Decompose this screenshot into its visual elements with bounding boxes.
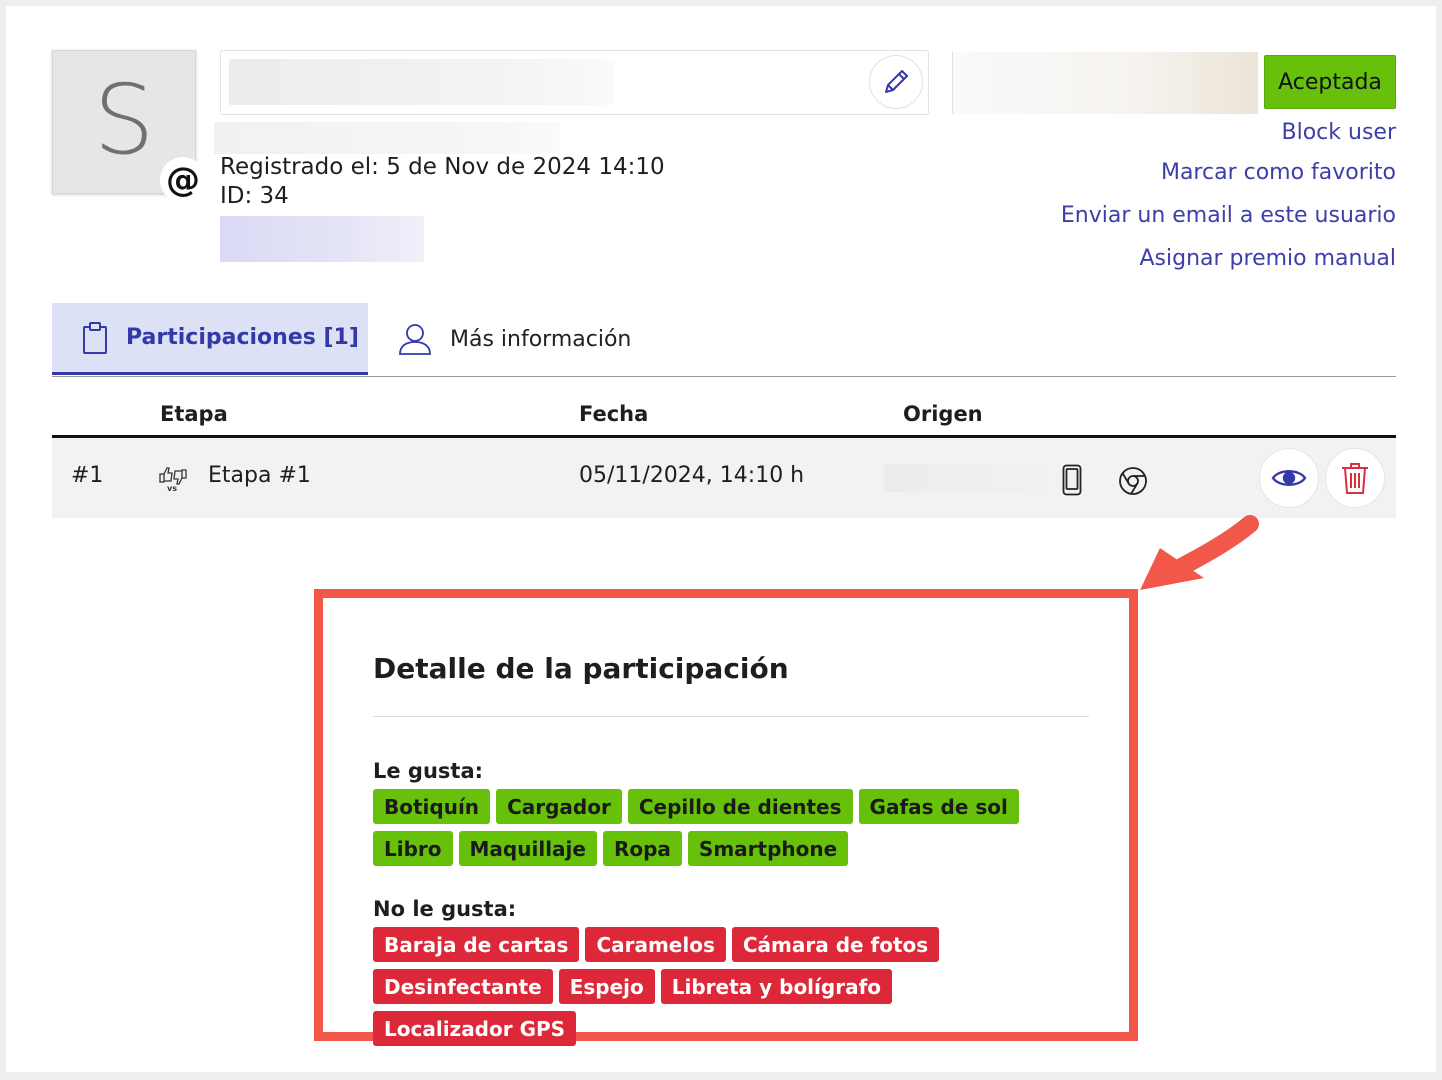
redacted-subtitle — [214, 122, 560, 154]
highlight-arrow-icon — [1140, 515, 1259, 590]
smartphone-icon — [1062, 464, 1082, 496]
dislike-tag: Espejo — [558, 969, 655, 1004]
participation-detail-panel: Detalle de la participación Le gusta: Bo… — [314, 589, 1138, 1046]
like-tag: Maquillaje — [458, 831, 597, 866]
table-row: #1 vs Etapa #1 05/11/2024, 14:10 h — [52, 438, 1396, 518]
dislike-tag: Caramelos — [585, 927, 726, 962]
column-header-fecha: Fecha — [579, 402, 649, 426]
like-tag: Cepillo de dientes — [627, 789, 853, 824]
row-index: #1 — [71, 463, 104, 488]
likes-list: Botiquín Cargador Cepillo de dientes Gaf… — [373, 789, 1093, 866]
user-icon — [399, 324, 431, 355]
clipboard-icon — [83, 321, 107, 354]
chrome-icon — [1119, 467, 1147, 495]
avatar-letter: S — [93, 64, 155, 176]
view-participation-button[interactable] — [1259, 448, 1319, 508]
dislike-tag: Localizador GPS — [373, 1011, 577, 1046]
like-tag: Libro — [373, 831, 453, 866]
dislike-tag: Desinfectante — [373, 969, 553, 1004]
assign-prize-link[interactable]: Asignar premio manual — [1139, 246, 1396, 271]
tab-mas-informacion[interactable]: Más información — [394, 303, 631, 375]
registration-date: Registrado el: 5 de Nov de 2024 14:10 — [220, 154, 665, 180]
email-badge-icon: @ — [160, 157, 206, 203]
dislikes-list: Baraja de cartas Caramelos Cámara de fot… — [373, 927, 1093, 1046]
tab-participaciones-label: Participaciones [1] — [126, 325, 359, 350]
likes-label: Le gusta: — [373, 759, 484, 783]
like-tag: Gafas de sol — [858, 789, 1019, 824]
like-tag: Botiquín — [373, 789, 491, 824]
user-id: ID: 34 — [220, 183, 289, 209]
mark-favorite-link[interactable]: Marcar como favorito — [1161, 160, 1396, 185]
delete-participation-button[interactable] — [1325, 448, 1385, 508]
pencil-icon — [885, 70, 908, 93]
vs-icon: vs — [159, 467, 187, 492]
user-name-field — [220, 50, 929, 115]
row-date: 05/11/2024, 14:10 h — [579, 463, 805, 488]
block-user-link[interactable]: Block user — [1282, 120, 1396, 145]
redacted-status-info — [952, 52, 1258, 114]
tab-mas-informacion-label: Más información — [450, 326, 632, 352]
tab-bar: Participaciones [1] Más información — [52, 303, 1396, 377]
redacted-link — [220, 216, 424, 262]
dislike-tag: Libreta y bolígrafo — [660, 969, 893, 1004]
dislike-tag: Cámara de fotos — [731, 927, 940, 962]
user-detail-page: S @ Registrado el: 5 de Nov de 2024 14:1… — [6, 6, 1436, 1072]
eye-icon — [1271, 470, 1307, 486]
status-accepted-button[interactable]: Aceptada — [1264, 55, 1396, 109]
redacted-origin — [884, 464, 1064, 492]
edit-name-button[interactable] — [869, 55, 923, 109]
like-tag: Smartphone — [687, 831, 849, 866]
column-header-origen: Origen — [903, 402, 983, 426]
tab-participaciones[interactable]: Participaciones [1] — [52, 303, 368, 375]
like-tag: Cargador — [496, 789, 622, 824]
send-email-link[interactable]: Enviar un email a este usuario — [1061, 203, 1396, 228]
like-tag: Ropa — [602, 831, 682, 866]
row-stage: Etapa #1 — [208, 463, 311, 488]
dislikes-label: No le gusta: — [373, 897, 517, 921]
column-header-etapa: Etapa — [160, 402, 228, 426]
trash-icon — [1342, 463, 1368, 494]
detail-title: Detalle de la participación — [373, 652, 789, 685]
detail-divider — [373, 716, 1089, 717]
redacted-name — [229, 59, 615, 105]
dislike-tag: Baraja de cartas — [373, 927, 580, 962]
svg-text:vs: vs — [167, 484, 177, 492]
table-header: Etapa Fecha Origen — [52, 400, 1396, 438]
